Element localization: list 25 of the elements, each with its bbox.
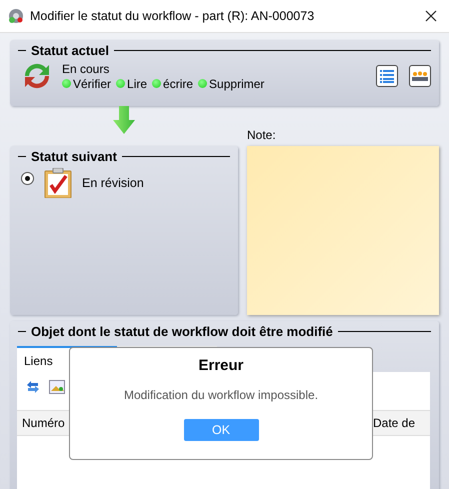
dialog-title: Erreur: [198, 357, 244, 374]
note-field[interactable]: [247, 146, 439, 315]
people-button[interactable]: [409, 65, 431, 87]
down-arrow-icon: [113, 106, 135, 134]
close-icon: [425, 10, 437, 22]
permission-label: Vérifier: [73, 76, 112, 90]
people-icon: [412, 71, 428, 81]
status-name: En cours: [62, 62, 110, 76]
panel-title: Statut suivant: [31, 149, 117, 164]
swap-arrows-icon: [25, 379, 41, 395]
note-label: Note:: [247, 128, 277, 144]
permission-label: Supprimer: [209, 76, 264, 90]
app-icon: [8, 8, 24, 24]
option-label: En révision: [82, 176, 144, 190]
list-view-button[interactable]: [376, 65, 398, 87]
image-icon: [49, 379, 65, 395]
dialog-message: Modification du workflow impossible.: [124, 388, 318, 402]
window-title: Modifier le statut du workflow - part (R): AN-000073: [30, 9, 316, 23]
permission-label: Lire: [127, 76, 148, 90]
radio-button[interactable]: [21, 172, 34, 185]
panel-title: Statut actuel: [31, 43, 110, 58]
panel-title: Objet dont le statut de workflow doit être modifié: [31, 324, 333, 339]
list-icon: [380, 69, 394, 83]
clipboard-check-icon: [44, 168, 72, 198]
permission-label: écrire: [163, 76, 194, 90]
